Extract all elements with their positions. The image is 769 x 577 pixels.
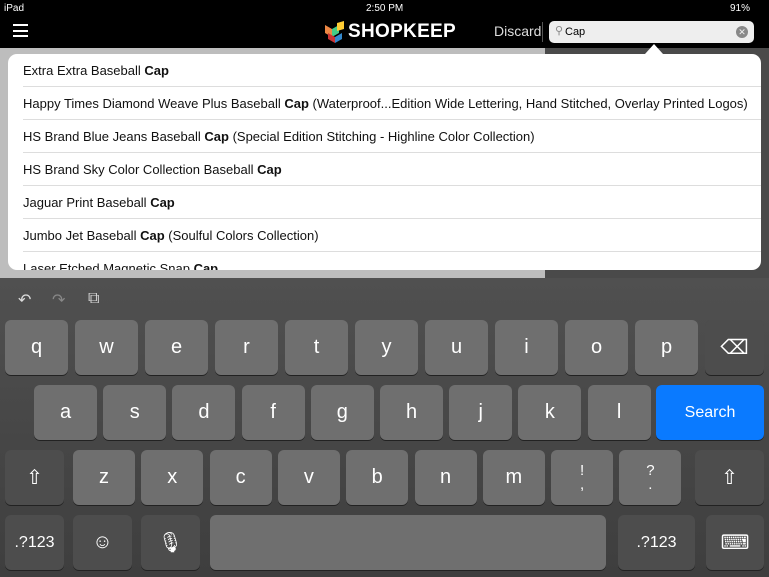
key-r[interactable]: r [215, 320, 278, 375]
emoji-key[interactable]: ☺ [73, 515, 132, 570]
shift-key-right[interactable]: ⇧ [695, 450, 764, 505]
status-bar: iPad 2:50 PM 91% [0, 0, 769, 16]
search-results-popover: Extra Extra Baseball Cap Happy Times Diam… [8, 54, 761, 270]
key-g[interactable]: g [310, 385, 374, 440]
key-n[interactable]: n [414, 450, 477, 505]
battery-level: 91% [730, 3, 751, 14]
result-item[interactable]: Laser Etched Magnetic Snap Cap [23, 252, 761, 270]
key-m[interactable]: m [482, 450, 545, 505]
key-d[interactable]: d [172, 385, 236, 440]
key-w[interactable]: w [75, 320, 138, 375]
dictation-key[interactable]: 🎙 [141, 515, 200, 570]
result-text-match: Cap [204, 129, 229, 144]
result-text-post: (Soulful Colors Collection) [164, 228, 319, 243]
result-text-pre: Laser Etched Magnetic Snap [23, 261, 194, 270]
result-text-post: (Waterproof...Edition Wide Lettering, Ha… [308, 96, 748, 111]
result-item[interactable]: HS Brand Sky Color Collection Baseball C… [23, 153, 761, 186]
key-p[interactable]: p [635, 320, 698, 375]
space-bar[interactable] [210, 515, 606, 570]
result-text-match: Cap [150, 195, 175, 210]
key-x[interactable]: x [141, 450, 204, 505]
key-z[interactable]: z [73, 450, 135, 505]
key-l[interactable]: l [587, 385, 651, 440]
result-item[interactable]: Happy Times Diamond Weave Plus Baseball … [23, 87, 761, 120]
result-text-pre: Jaguar Print Baseball [23, 195, 151, 210]
hamburger-icon[interactable] [13, 24, 28, 37]
key-?.[interactable]: ? . [619, 450, 682, 505]
result-item[interactable]: Extra Extra Baseball Cap [23, 54, 761, 87]
device-label: iPad [4, 3, 25, 14]
key-o[interactable]: o [565, 320, 628, 375]
result-text-pre: Extra Extra Baseball [23, 63, 145, 78]
result-text-pre: HS Brand Blue Jeans Baseball [23, 129, 205, 144]
discard-button[interactable]: Discard [494, 23, 541, 39]
divider [542, 22, 543, 42]
delete-key[interactable]: ⌫ [705, 320, 764, 375]
key-e[interactable]: e [145, 320, 208, 375]
result-text-match: Cap [140, 228, 165, 243]
popover-arrow [645, 44, 663, 54]
shopkeep-logo: SHOPKEEP [325, 20, 456, 44]
search-key[interactable]: Search [656, 385, 764, 440]
clear-icon[interactable]: ✕ [736, 26, 748, 38]
key-k[interactable]: k [518, 385, 582, 440]
key-a[interactable]: a [34, 385, 97, 440]
result-item[interactable]: Jumbo Jet Baseball Cap (Soulful Colors C… [23, 219, 761, 252]
dismiss-keyboard-key[interactable]: ⌨ [706, 515, 764, 570]
key-v[interactable]: v [277, 450, 340, 505]
key-c[interactable]: c [209, 450, 272, 505]
key-f[interactable]: f [241, 385, 305, 440]
search-input[interactable]: ⚲ Cap ✕ [549, 21, 754, 43]
clock: 2:50 PM [366, 3, 404, 14]
key-t[interactable]: t [285, 320, 348, 375]
search-icon: ⚲ [555, 25, 564, 37]
logo-icon [325, 21, 344, 43]
key-s[interactable]: s [103, 385, 167, 440]
result-text-pre: HS Brand Sky Color Collection Baseball [23, 162, 258, 177]
search-value: Cap [565, 26, 586, 38]
key-j[interactable]: j [449, 385, 513, 440]
result-item[interactable]: Jaguar Print Baseball Cap [23, 186, 761, 219]
numbers-key[interactable]: .?123 [5, 515, 64, 570]
undo-icon[interactable]: ↶ [18, 290, 31, 310]
result-text-match: Cap [284, 96, 309, 111]
result-text-pre: Happy Times Diamond Weave Plus Baseball [23, 96, 285, 111]
brand-name: SHOPKEEP [348, 21, 456, 42]
key-q[interactable]: q [5, 320, 68, 375]
key-u[interactable]: u [425, 320, 488, 375]
shift-key[interactable]: ⇧ [5, 450, 64, 505]
numbers-key-right[interactable]: .?123 [618, 515, 695, 570]
redo-icon[interactable]: ↷ [52, 290, 65, 310]
result-text-match: Cap [144, 63, 169, 78]
key-!,[interactable]: ! , [551, 450, 614, 505]
key-y[interactable]: y [355, 320, 418, 375]
result-text-post: (Special Edition Stitching - Highline Co… [228, 129, 535, 144]
keyboard: ↶ ↷ ⧉ q w e r t y u i o p ⌫ a s d f g h j k l Search ⇧ z x c v b n m… [0, 278, 769, 577]
result-item[interactable]: HS Brand Blue Jeans Baseball Cap (Specia… [23, 120, 761, 153]
key-h[interactable]: h [380, 385, 443, 440]
result-text-match: Cap [257, 162, 282, 177]
key-b[interactable]: b [346, 450, 409, 505]
result-text-match: Cap [193, 261, 219, 270]
paste-icon[interactable]: ⧉ [88, 290, 99, 308]
key-i[interactable]: i [495, 320, 558, 375]
result-text-pre: Jumbo Jet Baseball [23, 228, 141, 243]
